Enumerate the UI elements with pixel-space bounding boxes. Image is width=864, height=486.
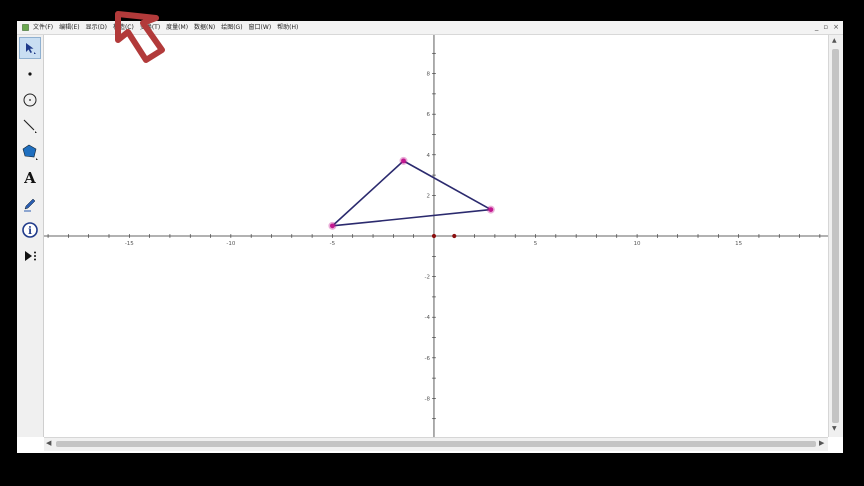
line-icon (23, 119, 37, 133)
text-tool[interactable]: A (19, 167, 41, 189)
horizontal-scrollbar[interactable]: ◀ ▶ (44, 437, 828, 451)
x-tick-label: 15 (735, 241, 742, 247)
arrow-select-tool[interactable] (19, 37, 41, 59)
vertical-scroll-thumb[interactable] (832, 49, 839, 423)
minimize-button[interactable]: _ (815, 21, 819, 34)
app-icon (22, 24, 29, 31)
triangle-vertex[interactable] (401, 158, 406, 164)
polygon-icon (22, 144, 38, 160)
horizontal-scroll-thumb[interactable] (56, 441, 816, 447)
triangle-group (328, 156, 495, 230)
restore-button[interactable]: ▫ (823, 21, 828, 34)
close-button[interactable]: × (833, 21, 839, 34)
scroll-up-icon[interactable]: ▲ (832, 37, 837, 44)
y-tick-label: -6 (424, 356, 430, 362)
y-tick-label: -4 (424, 315, 430, 321)
triangle-side[interactable] (331, 160, 405, 227)
x-tick-label: 5 (534, 241, 538, 247)
menu-window[interactable]: 窗口(W) (249, 21, 272, 34)
pencil-icon (24, 198, 36, 212)
window-controls: _ ▫ × (815, 21, 839, 34)
vertical-scrollbar[interactable]: ▲ ▼ (828, 35, 843, 437)
toolbox: A i (17, 35, 44, 437)
y-tick-labels: 8 6 4 2 -2 -4 -6 -8 (424, 72, 430, 403)
text-A-icon: A (24, 169, 36, 187)
triangle-vertex[interactable] (488, 207, 494, 213)
x-tick-label: -10 (226, 241, 235, 247)
marker-tool[interactable] (19, 193, 41, 215)
y-tick-label: 8 (426, 72, 430, 78)
info-icon: i (22, 222, 38, 238)
y-tick-label: -8 (424, 396, 430, 402)
information-tool[interactable]: i (19, 219, 41, 241)
pointer-arrow-icon (115, 11, 165, 63)
scroll-left-icon[interactable]: ◀ (46, 439, 51, 447)
menu-display[interactable]: 显示(D) (86, 21, 107, 34)
menu-help[interactable]: 帮助(H) (277, 21, 298, 34)
menu-graph[interactable]: 绘图(G) (221, 21, 242, 34)
x-tick-label: -15 (125, 241, 134, 247)
menu-data[interactable]: 数据(N) (194, 21, 215, 34)
x-tick-label: -5 (330, 241, 336, 247)
point-tool[interactable] (19, 63, 41, 85)
compass-tool[interactable] (19, 89, 41, 111)
x-tick-label: 10 (634, 241, 641, 247)
scroll-right-icon[interactable]: ▶ (819, 439, 824, 447)
y-tick-label: -2 (424, 275, 429, 281)
menu-edit[interactable]: 编辑(E) (59, 21, 79, 34)
coordinate-canvas[interactable]: -15 -10 -5 5 10 15 8 6 4 2 -2 -4 -6 -8 (44, 35, 828, 437)
triangle-vertex[interactable] (330, 223, 335, 229)
custom-tool[interactable] (19, 245, 41, 267)
axis-point[interactable] (452, 233, 457, 239)
scroll-down-icon[interactable]: ▼ (832, 425, 837, 432)
arrow-icon (26, 43, 36, 54)
circle-icon (23, 93, 37, 107)
axis-point[interactable] (431, 233, 437, 239)
y-tick-label: 2 (426, 193, 430, 199)
menu-file[interactable]: 文件(F) (33, 21, 53, 34)
triangle-side[interactable] (403, 160, 492, 211)
y-tick-label: 4 (426, 153, 430, 159)
polygon-tool[interactable] (19, 141, 41, 163)
point-icon (28, 72, 32, 76)
straightedge-tool[interactable] (19, 115, 41, 137)
y-tick-label: 6 (426, 112, 430, 118)
triangle-side[interactable] (332, 208, 491, 227)
play-menu-icon (25, 251, 36, 261)
info-glyph: i (28, 226, 32, 237)
